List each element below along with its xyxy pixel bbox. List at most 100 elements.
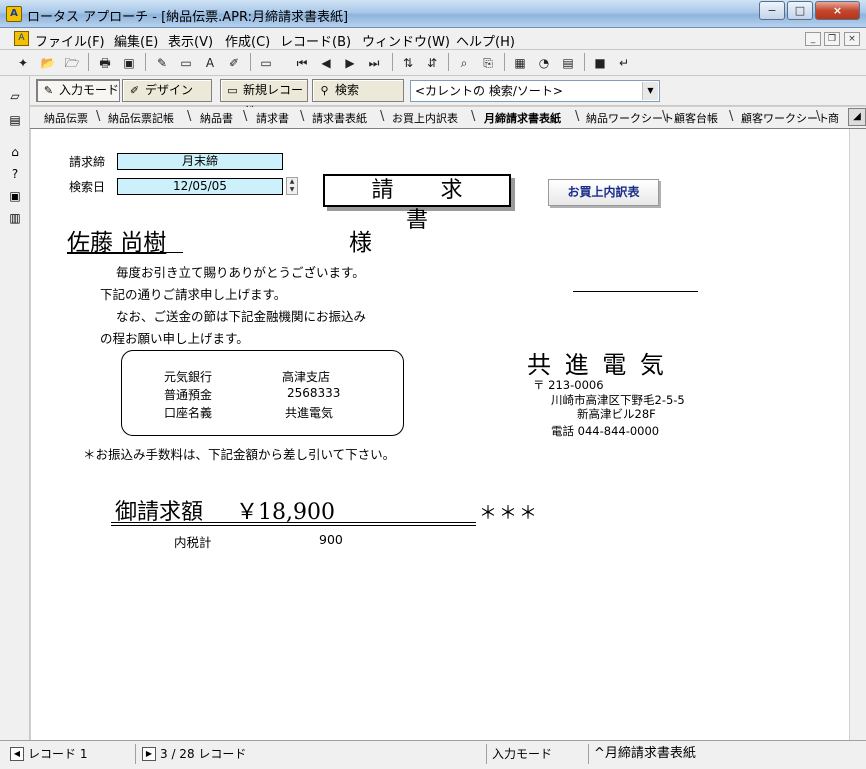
print-preview-icon[interactable]: ▣ [119,52,139,72]
menu-help[interactable]: ヘルプ(H) [456,31,515,50]
status-bar: ◀ レコード 1 ▶ 3 / 28 レコード 入力モード ^月締請求書表紙 [0,740,866,769]
text-box-icon[interactable]: A [200,52,220,72]
calculator-icon[interactable]: ▦ [510,52,530,72]
search-button[interactable]: ⚲ 検索 [312,79,404,102]
tab-monthly-invoice-cover[interactable]: 月締請求書表紙 [484,110,561,126]
minimize-button[interactable]: − [759,1,785,20]
mdi-close-icon[interactable]: × [844,32,860,46]
invoice-form: 請求締 月末締 検索日 12/05/05 ▲ ▼ 請 求 書 お買上内訳表 佐藤 … [31,129,849,740]
chevron-down-icon[interactable]: ▼ [642,82,658,100]
menu-edit[interactable]: 編集(E) [114,31,158,50]
record-number: レコード 1 [28,747,88,761]
tab-delivery-note[interactable]: 納品書 [200,110,233,126]
closing-field[interactable]: 月末締 [117,153,283,170]
search-date-field[interactable]: 12/05/05 [117,178,283,195]
company-postal: 〒 213-0006 [533,378,604,392]
mdi-restore-icon[interactable]: ❐ [824,32,840,46]
find-all-icon[interactable]: ⎘ [478,52,498,72]
search-sort-select[interactable]: <カレントの 検索/ソート> ▼ [410,80,660,102]
mdi-minimize-icon[interactable]: _ [805,32,821,46]
find-icon[interactable]: ⌕ [454,52,474,72]
abc-icon[interactable]: ■ [590,52,610,72]
bank-info-box: 元気銀行 高津支店 普通預金 2568333 口座名義 共進電気 [121,350,404,436]
purchase-breakdown-button[interactable]: お買上内訳表 [548,179,659,206]
new-record-button[interactable]: ▭ 新規レコード [220,79,308,118]
help-icon[interactable]: ? [5,164,25,184]
new-record-icon: ▭ [227,84,238,97]
tab-delivery-worksheet[interactable]: 納品ワークシート [586,110,674,126]
maximize-button[interactable]: □ [787,1,813,20]
field-icon[interactable]: ▭ [176,52,196,72]
first-record-icon[interactable]: ⏮ [292,52,312,72]
document-title: 請 求 書 [323,174,511,233]
menu-view[interactable]: 表示(V) [168,31,213,50]
tab-product[interactable]: 商 [828,110,839,126]
open-folder-icon[interactable]: 📂 [38,52,58,72]
form-list-icon[interactable]: ▤ [5,110,25,130]
tax-label: 内税計 [174,535,212,550]
sort-ascending-icon[interactable]: ⇅ [398,52,418,72]
signature-line [573,291,698,292]
report-icon[interactable]: ▥ [5,208,25,228]
app-icon[interactable]: A [6,6,22,22]
account-holder: 共進電気 [285,406,334,420]
menu-bar: A ファイル(F) 編集(E) 表示(V) 作成(C) レコード(B) ウィンド… [0,28,866,50]
tab-scroll-icon[interactable]: ◢ [848,108,866,126]
amount-suffix: ＊＊＊ [479,503,539,524]
tax-value: 900 [319,532,343,547]
next-record-icon[interactable]: ▶ [340,52,360,72]
form-icon[interactable]: ▭ [256,52,276,72]
honorific: 様 [349,230,372,256]
home-icon[interactable]: ⌂ [5,142,25,162]
main-toolbar: ✦ 📂 🗁 🖶 ▣ ✎ ▭ A ✐ ▭ ⏮ ◀ ▶ ⏭ ⇅ ⇵ ⌕ ⎘ ▦ ◔ … [0,50,866,76]
window-title: ロータス アプローチ - [納品伝票.APR:月締請求書表紙] [27,10,349,25]
greeting-line-3: なお、ご送金の節は下記金融機関にお振込み [116,309,367,324]
left-toolbar: ▱ ▤ ⌂ ? ▣ ▥ [0,76,30,740]
tab-delivery-slip[interactable]: 納品伝票 [44,110,88,126]
search-date-label: 検索日 [69,180,106,194]
record-count-icon[interactable]: ▶ [142,747,156,761]
tab-invoice[interactable]: 請求書 [256,110,289,126]
menu-create[interactable]: 作成(C) [225,31,270,50]
menu-file[interactable]: ファイル(F) [35,31,105,50]
menu-record[interactable]: レコード(B) [280,31,351,50]
print-icon[interactable]: 🖶 [95,52,115,72]
menu-window[interactable]: ウィンドウ(W) [362,31,450,50]
document-icon[interactable]: A [14,31,29,46]
title-bar: A ロータス アプローチ - [納品伝票.APR:月締請求書表紙] − □ × [0,0,866,28]
pencil-icon[interactable]: ✎ [152,52,172,72]
last-record-icon[interactable]: ⏭ [364,52,384,72]
tab-delivery-slip-record[interactable]: 納品伝票記帳 [108,110,174,126]
company-phone: 電話 044-844-0000 [551,424,660,438]
database-icon[interactable]: ▣ [5,186,25,206]
tab-invoice-cover[interactable]: 請求書表紙 [312,110,367,126]
view-tabs: 納品伝票 \ 納品伝票記帳 \ 納品書 \ 請求書 \ 請求書表紙 \ お買上内… [30,107,866,129]
save-folder-icon[interactable]: 🗁 [62,52,82,72]
sort-descending-icon[interactable]: ⇵ [422,52,442,72]
prev-record-icon[interactable]: ◀ [316,52,336,72]
status-mode[interactable]: 入力モード [492,745,552,763]
account-type: 普通預金 [164,388,213,402]
pencil-icon: ✎ [43,84,54,97]
bank-branch: 高津支店 [282,370,331,384]
account-number: 2568333 [287,386,341,400]
company-name: 共 進 電 気 [527,351,667,379]
input-mode-button[interactable]: ✎ 入力モード [36,79,120,102]
chart-icon[interactable]: ◔ [534,52,554,72]
search-icon: ⚲ [320,84,329,97]
name-underline [67,252,183,253]
browse-form-icon[interactable]: ▱ [5,86,25,106]
spreadsheet-icon[interactable]: ▤ [558,52,578,72]
close-button[interactable]: × [815,1,860,20]
date-spinner[interactable]: ▲ ▼ [286,177,298,195]
new-file-icon[interactable]: ✦ [13,52,33,72]
enter-icon[interactable]: ↵ [614,52,634,72]
record-count: 3 / 28 レコード [160,747,247,761]
design-button[interactable]: ✐ デザイン [122,79,212,102]
status-view[interactable]: ^月締請求書表紙 [594,745,696,763]
tab-customer-ledger[interactable]: 顧客台帳 [674,110,718,126]
tab-purchase-breakdown[interactable]: お買上内訳表 [392,110,458,126]
record-nav-icon[interactable]: ◀ [10,747,24,761]
draw-icon[interactable]: ✐ [224,52,244,72]
vertical-scrollbar[interactable] [849,129,866,740]
